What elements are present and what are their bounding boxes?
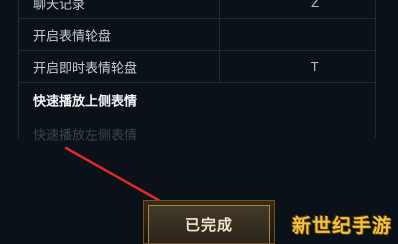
column-divider [219, 51, 220, 82]
action-label: 开启即时表情轮盘 [33, 61, 138, 76]
keybinding-row-instant-emote-wheel[interactable]: 开启即时表情轮盘 T [19, 51, 375, 83]
watermark-logo: 新世纪手游 [291, 215, 392, 237]
done-button[interactable]: 已完成 [148, 205, 270, 243]
action-label: 快速播放左侧表情 [33, 128, 138, 143]
keybinding-row-chat-history[interactable]: 聊天记录 Z [19, 0, 375, 19]
keybinding-row-quick-top-emote[interactable]: 快速播放上侧表情 [19, 84, 375, 115]
action-label: 开启表情轮盘 [33, 29, 112, 44]
keybinding-row-quick-left-emote[interactable]: 快速播放左侧表情 [19, 118, 375, 149]
column-divider [219, 0, 220, 18]
key-binding-value[interactable]: Z [311, 0, 319, 10]
keybinding-row-emote-wheel[interactable]: 开启表情轮盘 [19, 19, 375, 51]
done-button-frame: 已完成 [143, 200, 275, 244]
column-divider [219, 19, 220, 50]
keybinding-list: 聊天记录 Z 开启表情轮盘 开启即时表情轮盘 T 快速播放上侧表情 快速播放左侧… [18, 0, 376, 143]
action-label: 聊天记录 [33, 0, 86, 12]
action-label: 快速播放上侧表情 [33, 94, 138, 109]
key-binding-value[interactable]: T [311, 60, 318, 74]
